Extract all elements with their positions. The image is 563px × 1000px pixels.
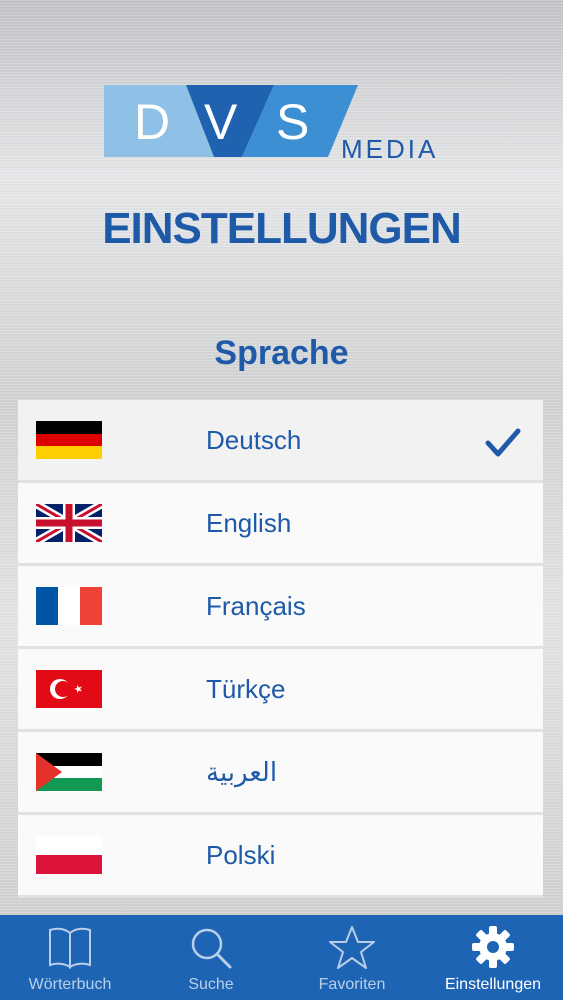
search-icon [191,928,232,969]
page-title: EINSTELLUNGEN [102,204,462,253]
germany-flag-icon [36,421,102,459]
tab-woerterbuch[interactable]: Wörterbuch [0,915,140,1000]
language-row-turkce[interactable]: Türkçe [18,649,543,732]
language-row-deutsch[interactable]: Deutsch [18,400,543,483]
star-icon [329,926,375,969]
language-label: Polski [206,840,276,870]
language-label: العربية [206,757,278,787]
uk-flag-icon [36,504,102,542]
logo-letter-s: S [276,94,309,150]
language-row-english[interactable]: English [18,483,543,566]
language-label: English [206,508,292,538]
palestine-flag-icon [36,753,102,791]
france-flag-icon [36,587,102,625]
section-title: Sprache [214,334,349,372]
tab-label: Suche [188,976,234,993]
logo-subtitle: MEDIA [341,134,438,161]
language-label: Türkçe [206,674,286,704]
tab-label: Wörterbuch [28,976,112,993]
language-row-francais[interactable]: Français [18,566,543,649]
gear-icon [472,926,514,968]
tab-einstellungen[interactable]: Einstellungen [423,915,563,1000]
language-label: Deutsch [206,425,302,455]
tab-bar: Wörterbuch Suche Favoriten Einstellungen [0,915,563,1000]
logo-letter-d: D [134,94,170,150]
language-row-arabic[interactable]: العربية [18,732,543,815]
turkey-flag-icon [36,670,102,708]
book-icon [49,927,91,969]
poland-flag-icon [36,836,102,874]
checkmark-icon [485,428,521,457]
dvs-media-logo: D V S MEDIA [104,85,438,161]
tab-label: Einstellungen [444,976,542,993]
language-list: Deutsch English Français Türkçe العربية … [18,400,543,898]
tab-favoriten[interactable]: Favoriten [282,915,422,1000]
logo-letter-v: V [204,94,238,150]
tab-label: Favoriten [318,976,386,993]
tab-suche[interactable]: Suche [141,915,281,1000]
language-row-polski[interactable]: Polski [18,815,543,898]
language-label: Français [206,591,306,621]
